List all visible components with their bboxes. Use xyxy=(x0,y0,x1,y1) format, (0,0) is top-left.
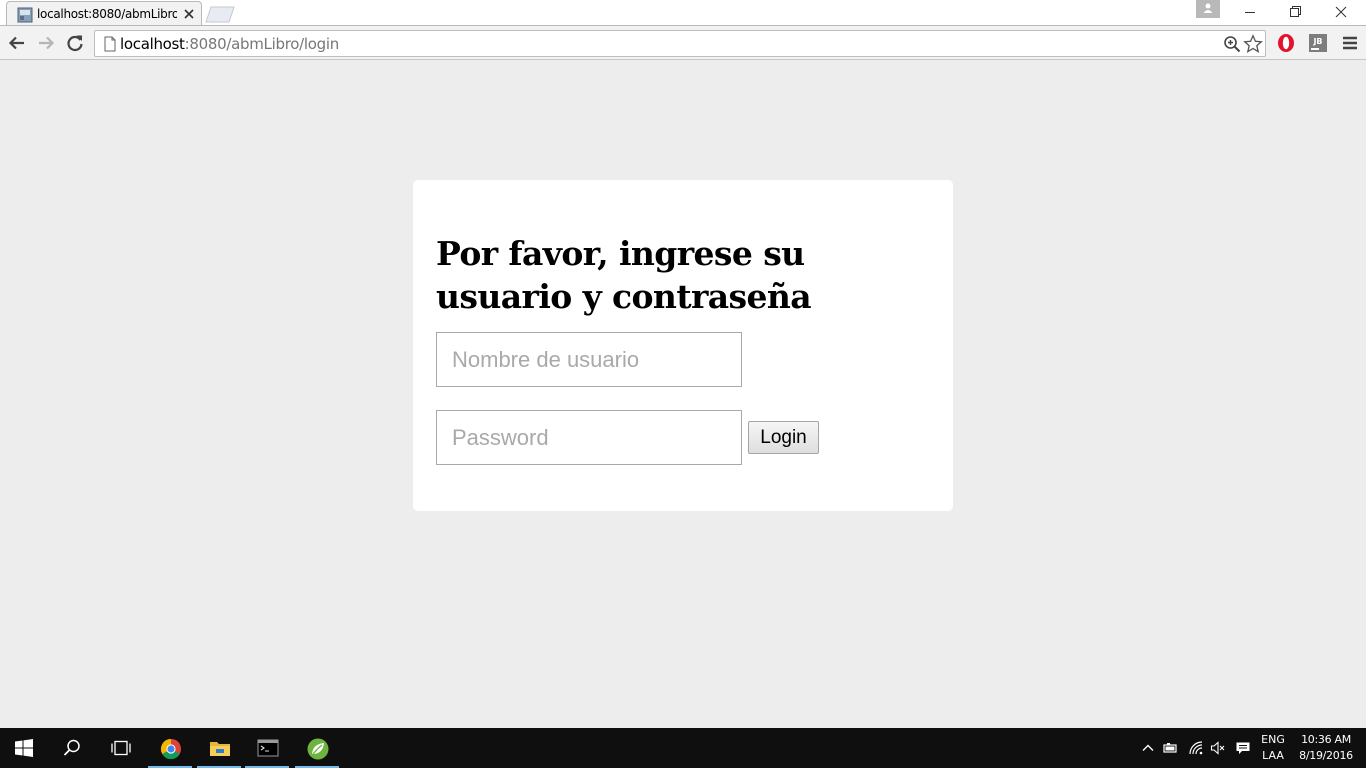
jetbrains-extension-icon[interactable]: JB xyxy=(1308,33,1328,53)
bookmark-star-icon[interactable] xyxy=(1243,34,1263,54)
action-center-icon[interactable] xyxy=(1235,740,1251,756)
zoom-icon[interactable] xyxy=(1223,35,1241,53)
search-icon xyxy=(63,739,80,756)
chrome-menu-icon[interactable] xyxy=(1340,33,1360,53)
spring-tool-suite-icon xyxy=(307,738,329,760)
browser-tab[interactable]: localhost:8080/abmLibro/login xyxy=(6,1,202,26)
user-icon xyxy=(1203,3,1213,13)
task-view-button[interactable] xyxy=(96,728,144,768)
url-host: localhost xyxy=(120,35,185,53)
system-clock[interactable]: 10:36 AM 8/19/2016 xyxy=(1294,732,1358,764)
taskbar-app-file-explorer[interactable] xyxy=(195,728,243,768)
username-input[interactable] xyxy=(436,332,742,387)
login-button[interactable]: Login xyxy=(748,421,819,454)
battery-icon[interactable] xyxy=(1162,740,1178,756)
tab-title: localhost:8080/abmLibro/login xyxy=(37,7,177,21)
login-heading: Por favor, ingrese su usuario y contrase… xyxy=(436,234,812,316)
back-icon[interactable] xyxy=(7,33,27,53)
show-hidden-icons-chevron-icon[interactable] xyxy=(1140,740,1156,756)
search-button[interactable] xyxy=(48,728,96,768)
page-favicon-icon xyxy=(17,7,33,23)
start-button[interactable] xyxy=(0,728,48,768)
reload-icon[interactable] xyxy=(65,33,85,53)
new-tab-button[interactable] xyxy=(204,6,236,23)
clock-time: 10:36 AM xyxy=(1301,733,1351,746)
keyboard-layout: LAA xyxy=(1262,749,1284,762)
login-card: Por favor, ingrese su usuario y contrase… xyxy=(413,180,953,511)
browser-titlebar: localhost:8080/abmLibro/login xyxy=(0,0,1366,26)
language-code: ENG xyxy=(1261,733,1285,746)
taskbar-app-command-prompt[interactable] xyxy=(243,728,291,768)
chrome-icon xyxy=(160,738,181,760)
taskbar-app-spring-tool-suite[interactable] xyxy=(293,728,341,768)
page-icon xyxy=(104,36,116,52)
minimize-window-button[interactable] xyxy=(1227,0,1273,24)
windows-taskbar: ENG LAA 10:36 AM 8/19/2016 xyxy=(0,728,1366,768)
wifi-icon[interactable] xyxy=(1188,740,1204,756)
file-explorer-icon xyxy=(210,742,230,756)
url-text: localhost:8080/abmLibro/login xyxy=(120,35,339,53)
close-tab-icon[interactable] xyxy=(182,7,196,21)
opera-extension-icon[interactable] xyxy=(1276,33,1296,53)
windows-logo-icon xyxy=(15,739,33,757)
url-path: :8080/abmLibro/login xyxy=(184,35,340,53)
restore-window-button[interactable] xyxy=(1272,0,1318,24)
address-bar[interactable]: localhost:8080/abmLibro/login xyxy=(94,30,1266,57)
svg-text:JB: JB xyxy=(1312,37,1322,46)
forward-icon[interactable] xyxy=(36,33,56,53)
taskbar-app-chrome[interactable] xyxy=(146,728,194,768)
command-prompt-icon xyxy=(257,739,279,757)
profile-button[interactable] xyxy=(1196,0,1220,18)
volume-muted-icon[interactable] xyxy=(1210,740,1226,756)
clock-date: 8/19/2016 xyxy=(1299,749,1353,762)
password-input[interactable] xyxy=(436,410,742,465)
task-view-icon xyxy=(111,740,131,756)
input-language-indicator[interactable]: ENG LAA xyxy=(1258,732,1288,764)
close-window-button[interactable] xyxy=(1318,0,1364,24)
browser-toolbar: localhost:8080/abmLibro/login JB xyxy=(0,25,1366,60)
